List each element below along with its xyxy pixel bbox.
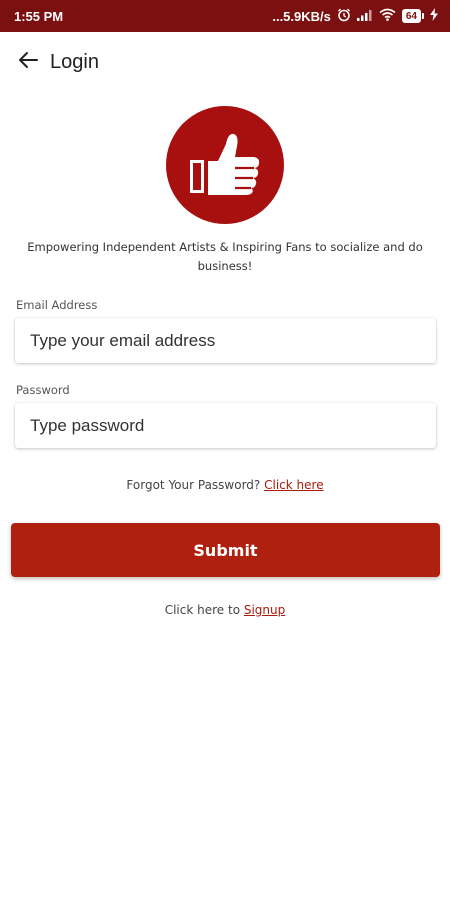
forgot-password-text: Forgot Your Password? [126,478,261,492]
app-bar: Login [0,32,450,92]
email-input-container [15,318,436,363]
status-icons: ...5.9KB/s 64 [272,8,438,25]
charging-icon [430,8,438,24]
back-arrow-icon [17,51,39,74]
signup-text: Click here to [164,603,241,617]
status-bar: 1:55 PM ...5.9KB/s 64 [0,0,450,32]
signal-icon [356,9,373,24]
password-input-container [15,403,436,448]
status-time: 1:55 PM [14,8,64,24]
forgot-password: Forgot Your Password? Click here [0,478,450,492]
tagline: Empowering Independent Artists & Inspiri… [27,240,423,273]
signup-prompt: Click here to Signup [0,603,450,617]
battery-icon: 64 [401,9,424,23]
forgot-password-link[interactable]: Click here [264,478,323,492]
page-title: Login [50,50,99,73]
submit-button[interactable]: Submit [11,523,440,577]
signup-link[interactable]: Signup [244,603,285,617]
alarm-icon [337,8,351,25]
app-logo [166,106,284,224]
wifi-icon [379,8,396,24]
net-speed: ...5.9KB/s [272,8,331,24]
battery-level: 64 [401,9,421,23]
back-button[interactable] [14,48,42,76]
email-label: Email Address [16,298,98,312]
thumbs-up-icon [188,130,262,201]
password-input[interactable] [15,403,436,448]
password-label: Password [16,383,70,397]
email-input[interactable] [15,318,436,363]
